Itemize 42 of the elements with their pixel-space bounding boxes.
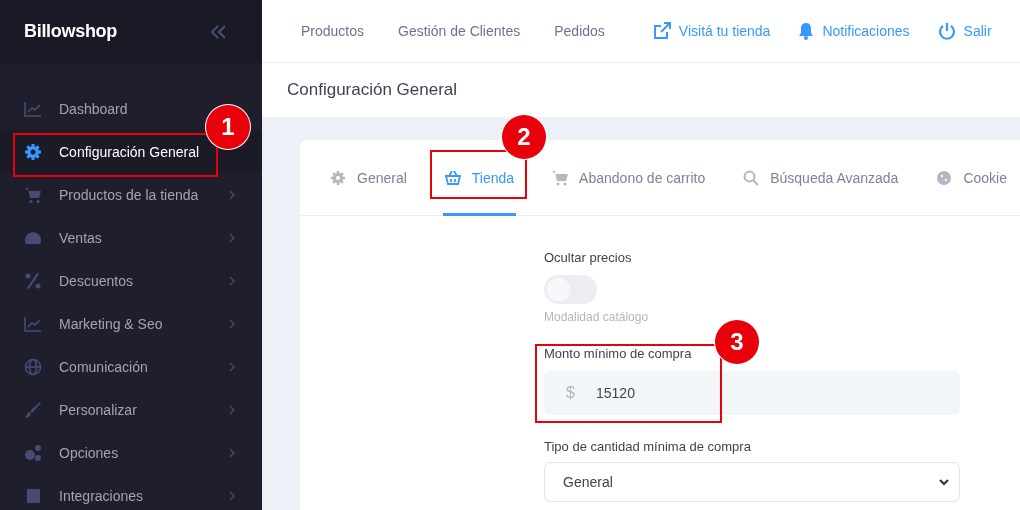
gear-icon	[330, 169, 346, 186]
sidebar-item[interactable]: Integraciones	[0, 474, 262, 510]
search-icon	[743, 169, 760, 186]
collapse-icon[interactable]	[210, 23, 228, 40]
percent-icon	[24, 271, 42, 290]
field-label: Tipo de cantidad mínima de compra	[544, 439, 751, 454]
sidebar-item[interactable]: Marketing & Seo	[0, 302, 262, 345]
sidebar-item[interactable]: Descuentos	[0, 259, 262, 302]
sidebar-item[interactable]: Personalizar	[0, 388, 262, 431]
sidebar-item[interactable]: Opciones	[0, 431, 262, 474]
tab[interactable]: Abandono de carrito	[550, 140, 708, 215]
nav-link[interactable]: Gestión de Clientes	[398, 23, 521, 39]
amount-field[interactable]: $ 15120	[544, 371, 960, 415]
basket-icon	[444, 169, 461, 186]
sidebar-item[interactable]: Productos de la tienda	[0, 173, 262, 216]
cart-icon	[552, 169, 569, 186]
nav-link[interactable]: Pedidos	[554, 23, 605, 39]
chart-icon	[24, 314, 42, 333]
sidebar-item[interactable]: Dashboard	[0, 87, 155, 130]
square-icon	[24, 486, 42, 505]
brand-logo[interactable]: Billowshop	[24, 21, 117, 42]
field-label: Monto mínimo de compra	[544, 346, 692, 361]
gear-icon	[24, 142, 42, 161]
bell-icon	[798, 22, 815, 40]
sidebar-item[interactable]: Ventas	[0, 216, 262, 259]
tab[interactable]: General	[328, 140, 409, 215]
tab[interactable]: Búsqueda Avanzada	[741, 140, 901, 215]
field-hint: Modalidad catálogo	[544, 310, 649, 324]
chart-icon	[24, 99, 42, 118]
nav-link[interactable]: Productos	[301, 23, 365, 39]
external-link-icon	[652, 22, 671, 40]
select-field[interactable]: General	[544, 462, 960, 502]
caret-icon	[939, 478, 949, 486]
brush-icon	[24, 400, 42, 419]
globe-icon	[24, 357, 42, 376]
cookie-icon	[936, 169, 953, 186]
page-title: Configuración General	[287, 80, 458, 100]
tab[interactable]: Cookie	[934, 140, 1009, 215]
power-icon	[937, 22, 956, 40]
field-label: Ocultar precios	[544, 250, 632, 265]
sidebar-item[interactable]: Comunicación	[0, 345, 262, 388]
cart-icon	[24, 185, 42, 204]
